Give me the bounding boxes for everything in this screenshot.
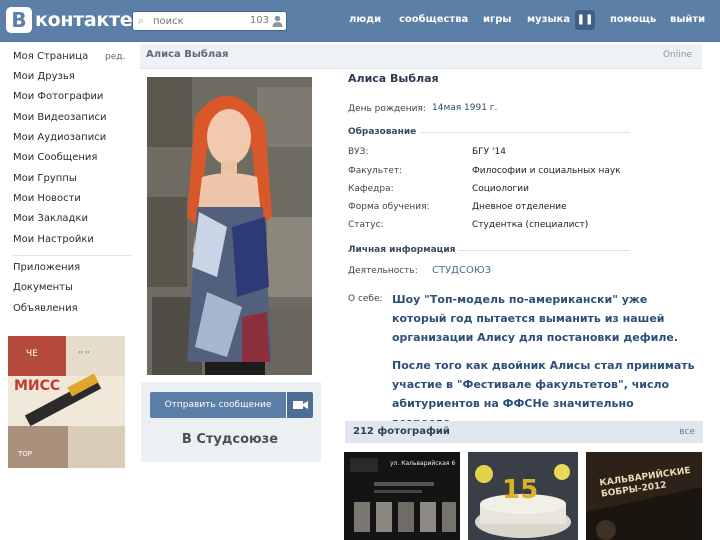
nav-logout[interactable]: выйти <box>670 14 705 25</box>
svg-text:15: 15 <box>502 475 538 505</box>
edu-value-department[interactable]: Социологии <box>472 184 529 194</box>
profile-photo-image <box>147 77 312 375</box>
online-status: Online <box>662 50 692 60</box>
nav-music[interactable]: музыка <box>527 14 570 25</box>
education-divider <box>420 132 630 133</box>
sidebar-item-audio[interactable]: Мои Аудиозаписи <box>13 132 106 143</box>
sidebar-divider <box>13 255 131 256</box>
about-label: О себе: <box>348 294 383 304</box>
photo-thumb-1[interactable]: ул. Кальварийская 6 <box>344 452 460 540</box>
top-bar: В контакте ⌕ 103 люди сообщества игры му… <box>0 0 720 42</box>
promo-collage: ЧЕ ‹‹ ›› ТОР <box>8 336 125 468</box>
nav-games[interactable]: игры <box>483 14 511 25</box>
logo-badge: В <box>6 7 32 33</box>
svg-text:ЧЕ: ЧЕ <box>26 349 38 359</box>
sidebar-item-videos[interactable]: Мои Видеозаписи <box>13 112 106 123</box>
nav-communities[interactable]: сообщества <box>399 14 468 25</box>
pause-icon[interactable]: ❚❚ <box>575 10 595 30</box>
personal-info-title: Личная информация <box>348 245 456 255</box>
sidebar-item-groups[interactable]: Мои Группы <box>13 173 77 184</box>
vk-logo[interactable]: В контакте <box>6 7 133 33</box>
person-icon <box>272 15 283 27</box>
sidebar-item-my-page[interactable]: Моя Страница <box>13 51 88 62</box>
search-count: 103 <box>249 15 269 26</box>
profile-photo[interactable] <box>147 77 312 375</box>
edu-value-university[interactable]: БГУ '14 <box>472 147 506 157</box>
sidebar-item-settings[interactable]: Мои Настройки <box>13 234 94 245</box>
personal-divider <box>458 250 630 251</box>
photos-header[interactable]: 212 фотографий все <box>345 421 703 443</box>
edu-value-faculty[interactable]: Философии и социальных наук <box>472 166 621 176</box>
send-message-button[interactable]: Отправить сообщение <box>150 392 286 418</box>
edit-link[interactable]: ред. <box>105 52 125 62</box>
sidebar-item-messages[interactable]: Мои Сообщения <box>13 152 97 163</box>
sidebar-item-docs[interactable]: Документы <box>13 282 73 293</box>
sidebar-item-news[interactable]: Мои Новости <box>13 193 81 204</box>
sidebar-item-friends[interactable]: Мои Друзья <box>13 71 75 82</box>
photos-count[interactable]: 212 фотографий <box>353 426 450 437</box>
birthday-value[interactable]: 14мая 1991 г. <box>432 103 497 113</box>
photo-thumb-2-image: 15 <box>468 452 578 540</box>
promo-text: МИСС <box>14 378 61 394</box>
edu-label-form: Форма обучения: <box>348 202 430 212</box>
promo-banner[interactable]: ЧЕ ‹‹ ›› ТОР МИСС <box>8 336 125 468</box>
profile-header-bar: Алиса Выблая Online <box>140 44 702 69</box>
about-text-1: Шоу "Топ-модель по-американски" уже кото… <box>392 293 679 344</box>
nav-people[interactable]: люди <box>349 14 381 25</box>
activity-label: Деятельность: <box>348 266 418 276</box>
edu-value-form[interactable]: Дневное отделение <box>472 202 567 212</box>
in-studsoyuz-label: В Студсоюзе <box>181 432 279 447</box>
sidebar-item-ads[interactable]: Объявления <box>13 303 78 314</box>
photo-thumb-3[interactable]: КАЛЬВАРИЙСКИЕ БОБРЫ-2012 <box>586 452 702 540</box>
edu-label-status: Статус: <box>348 220 384 230</box>
edu-label-university: ВУЗ: <box>348 147 369 157</box>
camera-icon <box>293 401 308 409</box>
birthday-label: День рождения: <box>348 104 426 114</box>
logo-text: контакте <box>35 9 133 31</box>
search-box: ⌕ 103 <box>132 11 287 31</box>
svg-text:ТОР: ТОР <box>17 450 32 458</box>
photos-all-link[interactable]: все <box>679 427 695 437</box>
photo-thumb-1-caption: ул. Кальварийская 6 <box>390 460 456 467</box>
profile-bar-name: Алиса Выблая <box>146 49 229 60</box>
sidebar-item-photos[interactable]: Мои Фотографии <box>13 91 103 102</box>
sidebar-item-apps[interactable]: Приложения <box>13 262 80 273</box>
search-icon: ⌕ <box>138 14 145 27</box>
education-title: Образование <box>348 127 417 137</box>
video-call-button[interactable] <box>287 392 313 418</box>
profile-name: Алиса Выблая <box>348 72 439 85</box>
edu-value-status[interactable]: Студентка (специалист) <box>472 220 588 230</box>
activity-value[interactable]: СТУДСОЮЗ <box>432 265 491 276</box>
svg-text:‹‹ ››: ‹‹ ›› <box>78 349 90 356</box>
nav-help[interactable]: помощь <box>610 14 656 25</box>
edu-label-department: Кафедра: <box>348 184 394 194</box>
sidebar-item-bookmarks[interactable]: Мои Закладки <box>13 213 88 224</box>
edu-label-faculty: Факультет: <box>348 166 403 176</box>
photo-thumb-2[interactable]: 15 <box>468 452 578 540</box>
search-input[interactable] <box>149 12 247 30</box>
